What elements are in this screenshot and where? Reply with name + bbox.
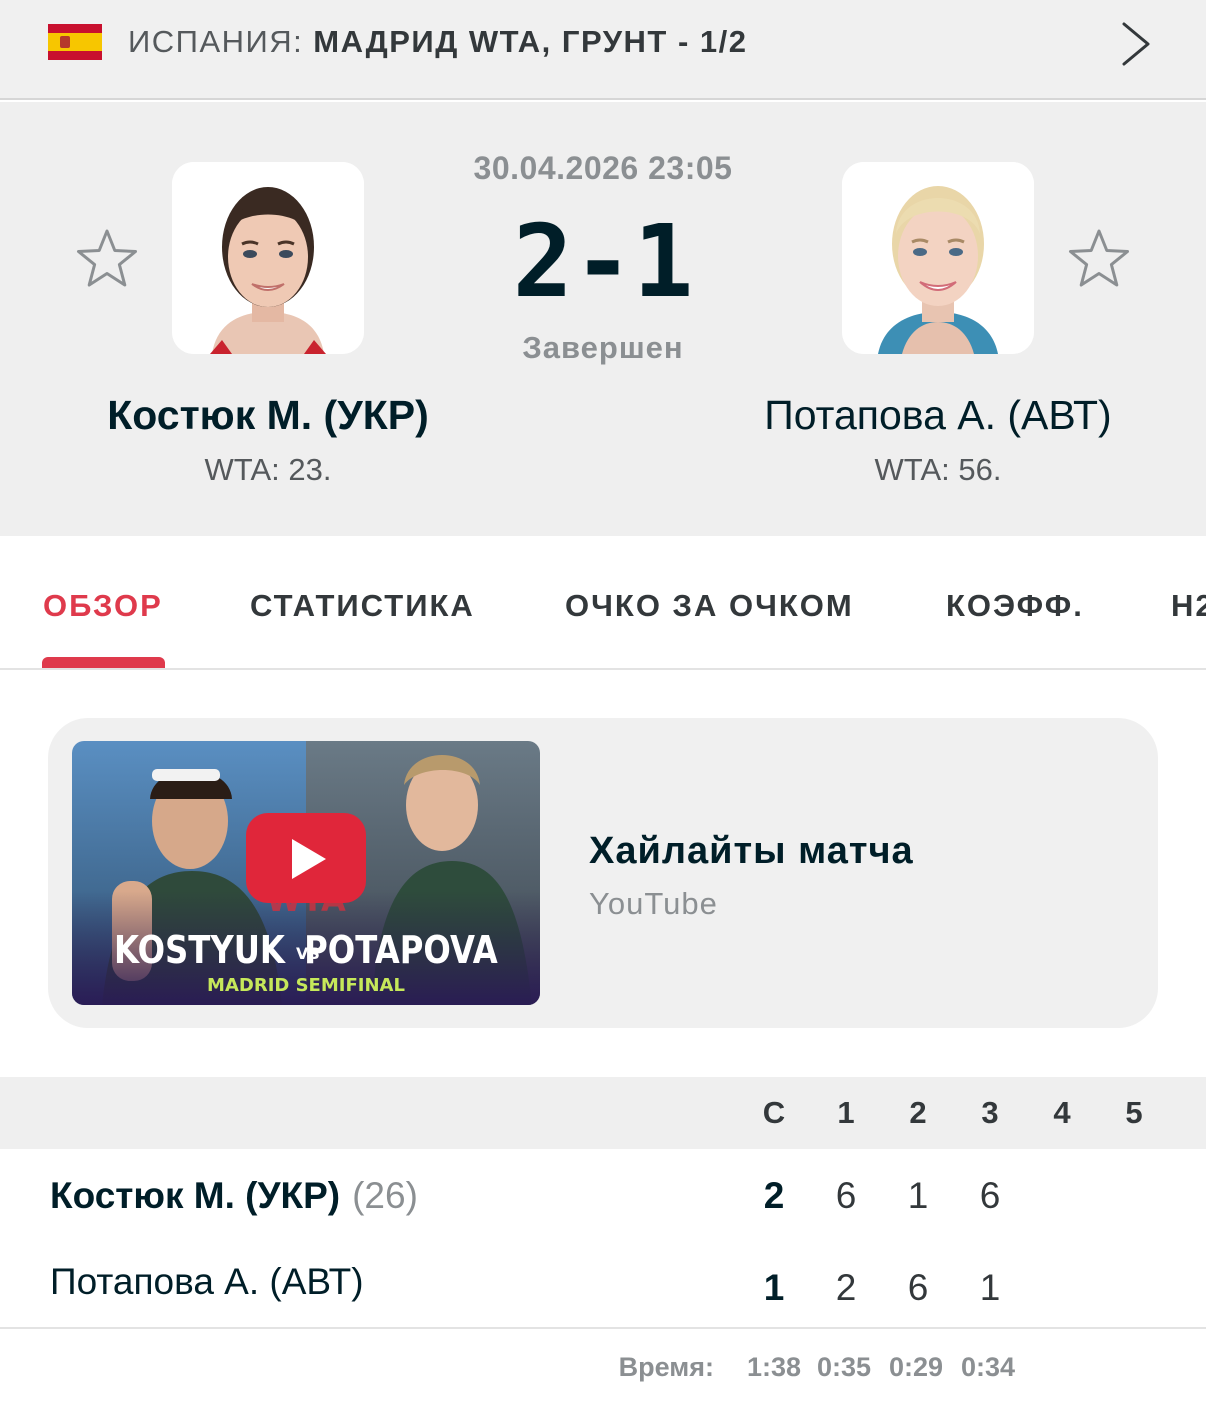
highlights-card[interactable]: WTA KOSTYUK VS POTAPOVA MADRID SEMIFINAL…	[48, 718, 1158, 1028]
column-set-2: 2	[909, 1095, 927, 1130]
time-label: Время:	[618, 1352, 714, 1382]
thumb-headline-left: KOSTYUK	[114, 929, 286, 973]
player-photo-home[interactable]	[172, 162, 364, 354]
scoreboard-row-home[interactable]: Костюк М. (УКР) (26) 2 6 1 6	[0, 1149, 1206, 1239]
player-seed: (26)	[352, 1175, 418, 1216]
player-rank-home: WTA: 23.	[204, 452, 332, 487]
active-tab-indicator	[42, 657, 165, 668]
column-set-1: 1	[837, 1095, 855, 1130]
player-rank-away: WTA: 56.	[874, 452, 1002, 487]
scoreboard-header: С 1 2 3 4 5	[0, 1077, 1206, 1149]
youtube-play-icon[interactable]	[246, 813, 366, 903]
video-thumbnail[interactable]: WTA KOSTYUK VS POTAPOVA MADRID SEMIFINAL	[72, 741, 540, 1005]
player-name-away[interactable]: Потапова А. (АВТ)	[708, 392, 1168, 439]
player-portrait-home	[172, 162, 364, 354]
highlights-title[interactable]: Хайлайты матча	[589, 830, 914, 873]
tournament-country: ИСПАНИЯ:	[128, 24, 304, 59]
player-name-home[interactable]: Костюк М. (УКР)	[38, 392, 498, 439]
scoreboard-player-name: Потапова А. (АВТ)	[50, 1261, 364, 1303]
scoreboard-player-name: Костюк М. (УКР) (26)	[50, 1175, 418, 1217]
set-score-2: 1	[907, 1175, 929, 1216]
tournament-name: МАДРИД WTA, ГРУНТ - 1/2	[313, 24, 748, 59]
time-set-3: 0:34	[961, 1352, 1016, 1382]
thumb-headline-right: POTAPOVA	[304, 929, 498, 973]
tournament-header[interactable]: ИСПАНИЯ: МАДРИД WTA, ГРУНТ - 1/2	[0, 0, 1206, 100]
tab-point-by-point[interactable]: ОЧКО ЗА ОЧКОМ	[565, 588, 854, 624]
set-score-2: 6	[907, 1267, 929, 1308]
tab-overview[interactable]: ОБЗОР	[43, 588, 163, 624]
column-set-3: 3	[981, 1095, 999, 1130]
thumb-subtitle: MADRID SEMIFINAL	[207, 975, 405, 996]
time-total: 1:38	[747, 1352, 802, 1382]
favorite-star-icon-home[interactable]	[74, 226, 140, 292]
player-photo-away[interactable]	[842, 162, 1034, 354]
player-portrait-away	[842, 162, 1034, 354]
column-set-4: 4	[1053, 1095, 1071, 1130]
total-sets: 2	[763, 1175, 785, 1216]
highlights-source: YouTube	[589, 886, 718, 921]
time-set-2: 0:29	[889, 1352, 944, 1382]
chevron-right-icon[interactable]	[1118, 20, 1154, 68]
time-set-1: 0:35	[817, 1352, 872, 1382]
set-score-3: 1	[979, 1267, 1001, 1308]
match-status: Завершен	[522, 330, 684, 365]
tournament-title: ИСПАНИЯ: МАДРИД WTA, ГРУНТ - 1/2	[128, 24, 748, 60]
favorite-star-icon-away[interactable]	[1066, 226, 1132, 292]
scoreboard-row-away[interactable]: Потапова А. (АВТ) 1 2 6 1	[0, 1239, 1206, 1329]
set-score-3: 6	[979, 1175, 1001, 1216]
tab-statistics[interactable]: СТАТИСТИКА	[250, 588, 475, 624]
match-datetime: 30.04.2026 23:05	[473, 150, 733, 186]
match-header: 30.04.2026 23:05 2-1 Завершен Костюк М. …	[0, 102, 1206, 536]
set-score-1: 2	[835, 1267, 857, 1308]
scoreboard-name-text: Костюк М. (УКР)	[50, 1175, 341, 1216]
set-score-1: 6	[835, 1175, 857, 1216]
tab-odds[interactable]: КОЭФФ.	[946, 588, 1084, 624]
column-set-5: 5	[1125, 1095, 1143, 1130]
tab-h2h[interactable]: H2H	[1171, 588, 1206, 624]
match-score: 2-1	[512, 203, 694, 320]
match-tabs: ОБЗОР СТАТИСТИКА ОЧКО ЗА ОЧКОМ КОЭФФ. H2…	[0, 536, 1206, 670]
spain-flag-icon	[48, 24, 102, 60]
column-sets: С	[762, 1095, 786, 1130]
scoreboard-name-text: Потапова А. (АВТ)	[50, 1261, 364, 1302]
total-sets: 1	[763, 1267, 785, 1308]
